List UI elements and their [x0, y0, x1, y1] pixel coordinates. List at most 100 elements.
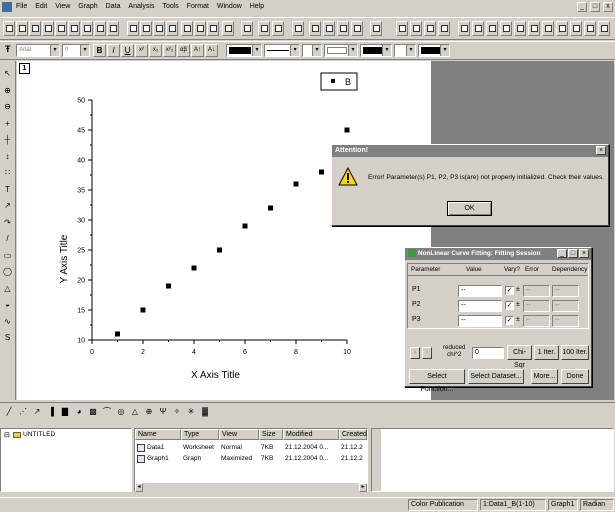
results-scrollbar[interactable]: [372, 429, 381, 491]
data-point[interactable]: [191, 265, 197, 271]
new-project-icon[interactable]: [3, 21, 15, 36]
legend[interactable]: B: [320, 72, 358, 91]
template-icon[interactable]: ✳: [185, 406, 197, 418]
pointer-icon[interactable]: ↖: [1, 66, 14, 81]
column-header-name[interactable]: Name: [135, 429, 181, 440]
app-icon[interactable]: [2, 2, 12, 12]
polar-plot-icon[interactable]: ◎: [115, 406, 127, 418]
parameter-value-input[interactable]: --: [458, 300, 502, 312]
table-row[interactable]: Data1 Worksheet Normal 7KB 21.12.2004 0... 21…: [135, 443, 367, 453]
scroll-left-icon[interactable]: ◂: [135, 483, 143, 492]
layer-right-icon[interactable]: [472, 21, 484, 36]
expand-icon[interactable]: ⊟: [4, 431, 10, 439]
script-icon[interactable]: [584, 21, 596, 36]
data-point[interactable]: [217, 247, 222, 253]
menu-help[interactable]: Help: [247, 1, 267, 12]
done-button[interactable]: Done: [561, 369, 589, 384]
underline-button[interactable]: U: [121, 44, 134, 57]
more-button[interactable]: More...: [531, 369, 558, 384]
recalculate-icon[interactable]: [222, 21, 234, 36]
increase-font-button[interactable]: A↑: [191, 44, 204, 57]
folder-root-label[interactable]: UNTITLED: [23, 431, 55, 438]
zoom-out-icon[interactable]: [309, 21, 321, 36]
data-point[interactable]: [140, 307, 146, 313]
menu-edit[interactable]: Edit: [32, 1, 50, 12]
text-tool-icon[interactable]: Ŧ: [5, 44, 11, 54]
vary-checkbox[interactable]: ✓: [505, 286, 514, 295]
maximize-icon[interactable]: □: [568, 249, 578, 258]
screen-reader-icon[interactable]: +: [1, 116, 14, 131]
line-symbol-plot-icon[interactable]: ↗: [31, 406, 43, 418]
select-dataset-button[interactable]: Select Dataset...: [468, 369, 524, 384]
area-plot-icon[interactable]: ⌒: [101, 406, 113, 418]
parameter-value-input[interactable]: --: [458, 285, 502, 297]
add-column-icon[interactable]: [272, 21, 284, 36]
save-template-icon[interactable]: [140, 21, 152, 36]
data-point[interactable]: [344, 127, 350, 133]
close-icon[interactable]: ×: [579, 249, 589, 258]
merge-icon[interactable]: [438, 21, 450, 36]
3d-plot-icon[interactable]: ⊕: [143, 406, 155, 418]
contour-plot-icon[interactable]: ▩: [87, 406, 99, 418]
data-point[interactable]: [293, 181, 299, 187]
arrange-icon[interactable]: [424, 21, 436, 36]
font-size-combo[interactable]: 0 ▾: [62, 44, 90, 57]
open-file-icon[interactable]: [94, 21, 106, 36]
restore-button[interactable]: □: [590, 2, 601, 12]
whole-page-icon[interactable]: [323, 21, 335, 36]
new-matrix-icon[interactable]: [55, 21, 67, 36]
new-function-icon[interactable]: [42, 21, 54, 36]
x-axis-title[interactable]: X Axis Title: [191, 370, 240, 381]
prev-button[interactable]: ‹: [410, 347, 420, 359]
scatter-plot-icon[interactable]: ⋰: [17, 406, 29, 418]
vary-checkbox[interactable]: ✓: [505, 316, 514, 325]
close-icon[interactable]: ×: [596, 146, 606, 155]
layer-icon[interactable]: [241, 21, 253, 36]
scatter-chart[interactable]: 0 2 4 6 8 10 10 15 20 25 30 35 40 45 50 B X Axis Title…: [17, 61, 431, 400]
duplicate-icon[interactable]: [207, 21, 219, 36]
menu-tools[interactable]: Tools: [159, 1, 181, 12]
region-icon[interactable]: ◒: [1, 297, 14, 312]
border-width-combo[interactable]: ▾: [394, 44, 416, 57]
polygon-icon[interactable]: △: [1, 281, 14, 296]
column-header-created[interactable]: Created: [339, 429, 367, 440]
pie-chart-icon[interactable]: ◕: [73, 406, 85, 418]
layer-left-icon[interactable]: [458, 21, 470, 36]
minimize-button[interactable]: _: [577, 2, 588, 12]
greek-button[interactable]: αβ: [177, 44, 190, 57]
data-reader-icon[interactable]: ┼: [1, 132, 14, 147]
save-project-icon[interactable]: [127, 21, 139, 36]
new-notes-icon[interactable]: [81, 21, 93, 36]
extract-icon[interactable]: [351, 21, 363, 36]
add-graph-icon[interactable]: [396, 21, 408, 36]
fill-color-combo[interactable]: ▾: [360, 44, 392, 57]
line-tool-icon[interactable]: /: [1, 231, 14, 246]
line-plot-icon[interactable]: ╱: [3, 406, 15, 418]
line-width-combo[interactable]: ▾: [302, 44, 322, 57]
subscript-button[interactable]: x₂: [149, 44, 162, 57]
arrow-tool-icon[interactable]: ↗: [1, 198, 14, 213]
bold-button[interactable]: B: [93, 44, 106, 57]
menu-window[interactable]: Window: [214, 1, 245, 12]
supersub-button[interactable]: x²₂: [163, 44, 176, 57]
menu-file[interactable]: File: [13, 1, 30, 12]
horizontal-scrollbar[interactable]: ◂ ▸: [135, 483, 367, 492]
zoom-out-icon[interactable]: ⊖: [1, 99, 14, 114]
import-multiple-icon[interactable]: [166, 21, 178, 36]
column-header-type[interactable]: Type: [181, 429, 219, 440]
curved-arrow-icon[interactable]: ↷: [1, 215, 14, 230]
border-color-combo[interactable]: ▾: [418, 44, 450, 57]
new-worksheet-icon[interactable]: [16, 21, 28, 36]
data-point[interactable]: [115, 331, 120, 337]
column-header-size[interactable]: Size: [259, 429, 283, 440]
column-header-view[interactable]: View: [219, 429, 259, 440]
menu-analysis[interactable]: Analysis: [125, 1, 157, 12]
vary-checkbox[interactable]: ✓: [505, 301, 514, 310]
open-template-icon[interactable]: [107, 21, 119, 36]
select-function-button[interactable]: Select Function...: [409, 369, 465, 393]
parameter-value-input[interactable]: --: [458, 315, 502, 327]
data-point[interactable]: [319, 169, 324, 175]
decrease-font-button[interactable]: A↓: [205, 44, 218, 57]
results-icon[interactable]: [598, 21, 610, 36]
table-remove-icon[interactable]: [556, 21, 568, 36]
